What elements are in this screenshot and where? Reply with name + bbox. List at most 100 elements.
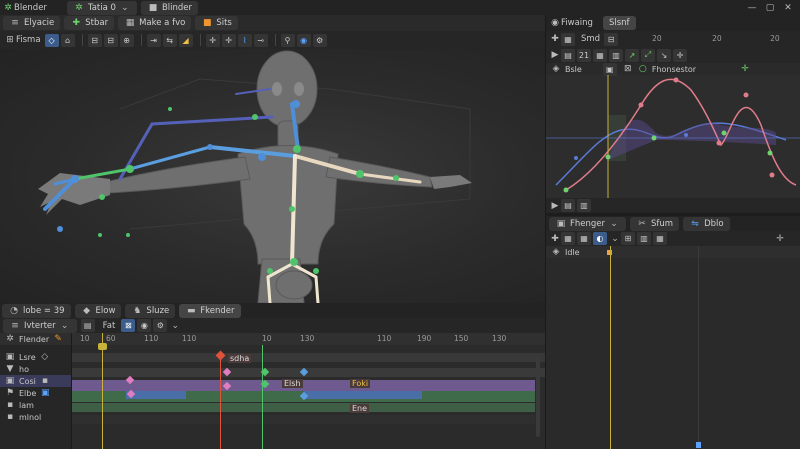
channel-row[interactable]: ▼ ho (0, 363, 71, 375)
blender-logo-icon[interactable]: ✲ (2, 2, 14, 14)
transform-icon[interactable]: ✛ (221, 33, 236, 47)
channel-row[interactable]: ⚑ Elbe ▣ (0, 387, 71, 399)
dopesheet-area[interactable]: ◈ Idle (545, 246, 800, 449)
viewport-tool-3[interactable]: ⊟ (103, 33, 118, 47)
snap-icon[interactable]: ◉ (137, 319, 152, 332)
view-icon[interactable]: ⊞ (4, 34, 16, 46)
settings-icon[interactable]: ⚙ (153, 319, 168, 332)
playhead-green[interactable] (262, 345, 263, 449)
ruler-tick: 110 (182, 334, 197, 343)
tab-flow[interactable]: ◆ Elow (74, 303, 122, 318)
frame-icon[interactable]: 21 (577, 48, 591, 62)
mode-icon[interactable]: ◐ (593, 232, 607, 245)
snap-icon[interactable]: ▥ (609, 48, 623, 62)
tab-sluze[interactable]: ♞ Sluze (125, 303, 176, 318)
ruler-tick: 110 (377, 334, 392, 343)
graph-toolbar-label[interactable]: Smd (581, 34, 600, 44)
marker-red[interactable] (220, 353, 221, 449)
strip-purple[interactable] (72, 380, 535, 391)
lock-icon: ▣ (41, 388, 50, 398)
playhead-handle[interactable] (98, 343, 107, 350)
tab-workspace-1[interactable]: ✲ Tatia 0 ⌄ (66, 0, 137, 15)
move-icon[interactable]: ✛ (774, 233, 786, 245)
scrollbar[interactable] (698, 246, 699, 449)
tab-workspace-2[interactable]: ■ Blinder (140, 0, 199, 15)
snap-icon[interactable]: ▥ (637, 232, 651, 245)
chevron-down-icon[interactable]: ⌄ (169, 320, 181, 332)
tab-dblo[interactable]: ⇋ Dblo (683, 216, 730, 231)
menu-add[interactable]: ✚ Stbar (64, 16, 115, 30)
select-icon[interactable]: ▦ (577, 232, 591, 245)
viewport-tool-4[interactable]: ⊕ (119, 33, 134, 47)
viewport-tool-1[interactable]: ⌂ (60, 33, 75, 47)
timeline-ruler[interactable]: 10 60 110 110 10 130 110 190 150 130 (72, 333, 545, 345)
timeline-mode-dropdown[interactable]: ≡ Ivterter ⌄ (3, 318, 77, 333)
playhead-yellow[interactable] (610, 246, 611, 449)
filter-icon[interactable]: ▤ (80, 319, 95, 332)
menu-editor-type[interactable]: ≡ Elyacie (3, 16, 61, 30)
tool-icon[interactable]: ⚲ (280, 33, 295, 47)
target-icon[interactable]: ◉ (296, 33, 311, 47)
timeline-area[interactable]: 10 60 110 110 10 130 110 190 150 130 sdh… (72, 333, 545, 449)
select-icon[interactable]: ⊠ (121, 319, 136, 332)
minimize-icon[interactable]: — (746, 2, 758, 14)
graph-footer: ▶ ▤ ▥ (545, 198, 800, 213)
channel-row[interactable]: ▪ mlnol (0, 411, 71, 423)
title-bar: ✲ Blender ✲ Tatia 0 ⌄ ■ Blinder — ▢ ✕ (0, 0, 800, 15)
view-icon[interactable]: ▦ (561, 32, 575, 46)
select-icon[interactable]: ▤ (561, 48, 575, 62)
filter-icon[interactable]: ▤ (561, 199, 575, 212)
view-icon[interactable]: ▦ (593, 48, 607, 62)
bone-icon: ▣ (5, 376, 15, 386)
strip-blue[interactable] (126, 391, 186, 399)
square-icon: ■ (203, 18, 212, 28)
strip-blue[interactable] (304, 391, 422, 399)
filter-icon[interactable]: ⊟ (604, 32, 619, 46)
viewport-tool-6[interactable]: ⇆ (162, 33, 177, 47)
graph-tab-active[interactable]: Slsnf (602, 16, 636, 30)
viewport-tool-7[interactable]: ◢ (178, 33, 193, 47)
dopesheet-channel-row[interactable]: ◈ Idle (546, 246, 800, 258)
view-icon[interactable]: ▦ (653, 232, 667, 245)
curve-icon[interactable]: ⌇ (237, 33, 252, 47)
maximize-icon[interactable]: ▢ (764, 2, 776, 14)
add-icon[interactable]: ✛ (673, 48, 687, 62)
curve-icon[interactable]: ↗ (625, 48, 639, 62)
chevron-down-icon[interactable]: ⌄ (609, 233, 621, 245)
editor-type-icon[interactable]: ✚ (549, 233, 561, 245)
viewport-tool-2[interactable]: ⊟ (87, 33, 102, 47)
viewport-tool-5[interactable]: ⇥ (146, 33, 161, 47)
proportional-icon[interactable]: ⊸ (253, 33, 268, 47)
tab-fhenger[interactable]: ▣ Fhenger ⌄ (549, 216, 627, 231)
pose-mode-button[interactable]: ◇ (44, 33, 59, 47)
view-icon[interactable]: ▦ (561, 232, 575, 245)
graph-area[interactable]: ◈ Bsle ▣ ⊠ ○ Fhonsestor ✛ (545, 63, 800, 198)
transform-icon[interactable]: ✛ (205, 33, 220, 47)
scrollbar[interactable] (536, 357, 540, 437)
tab-frame[interactable]: ◔ lobe = 39 (2, 303, 71, 318)
key-icon[interactable]: ⊞ (621, 232, 635, 245)
channel-row[interactable]: ▣ Cosi ▪ (0, 375, 71, 387)
playhead-yellow[interactable] (102, 333, 103, 449)
channel-row[interactable]: ▪ lam (0, 399, 71, 411)
tab-sfum[interactable]: ✂ Sfum (630, 216, 680, 231)
channel-header[interactable]: ✲ Flender ✎ (0, 333, 71, 345)
close-icon[interactable]: ✕ (782, 2, 794, 14)
mode-label[interactable]: Fisma (16, 35, 41, 45)
snap-icon[interactable]: ▥ (577, 199, 591, 212)
tab-render[interactable]: ▬ Fkender (179, 303, 241, 318)
track-row (72, 368, 545, 377)
graph-channel-row[interactable]: ◈ Bsle ▣ ⊠ ○ Fhonsestor ✛ (546, 63, 800, 76)
handle-icon[interactable]: ⤢ (641, 48, 655, 62)
channel-row[interactable]: ▣ Lsre ◇ (0, 351, 71, 363)
graph-tab-label[interactable]: Fiwaing (561, 18, 593, 28)
menu-sits[interactable]: ■ Sits (195, 16, 238, 30)
editor-type-icon[interactable]: ✚ (549, 33, 561, 45)
gizmo-icon[interactable]: ⚙ (312, 33, 327, 47)
interp-icon[interactable]: ↘ (657, 48, 671, 62)
play-icon[interactable]: ▶ (549, 200, 561, 212)
scrollbar-handle[interactable] (696, 442, 701, 448)
menu-make[interactable]: ▦ Make a fvo (118, 16, 192, 30)
viewport-3d[interactable] (0, 49, 545, 303)
play-icon[interactable]: ▶ (549, 49, 561, 61)
